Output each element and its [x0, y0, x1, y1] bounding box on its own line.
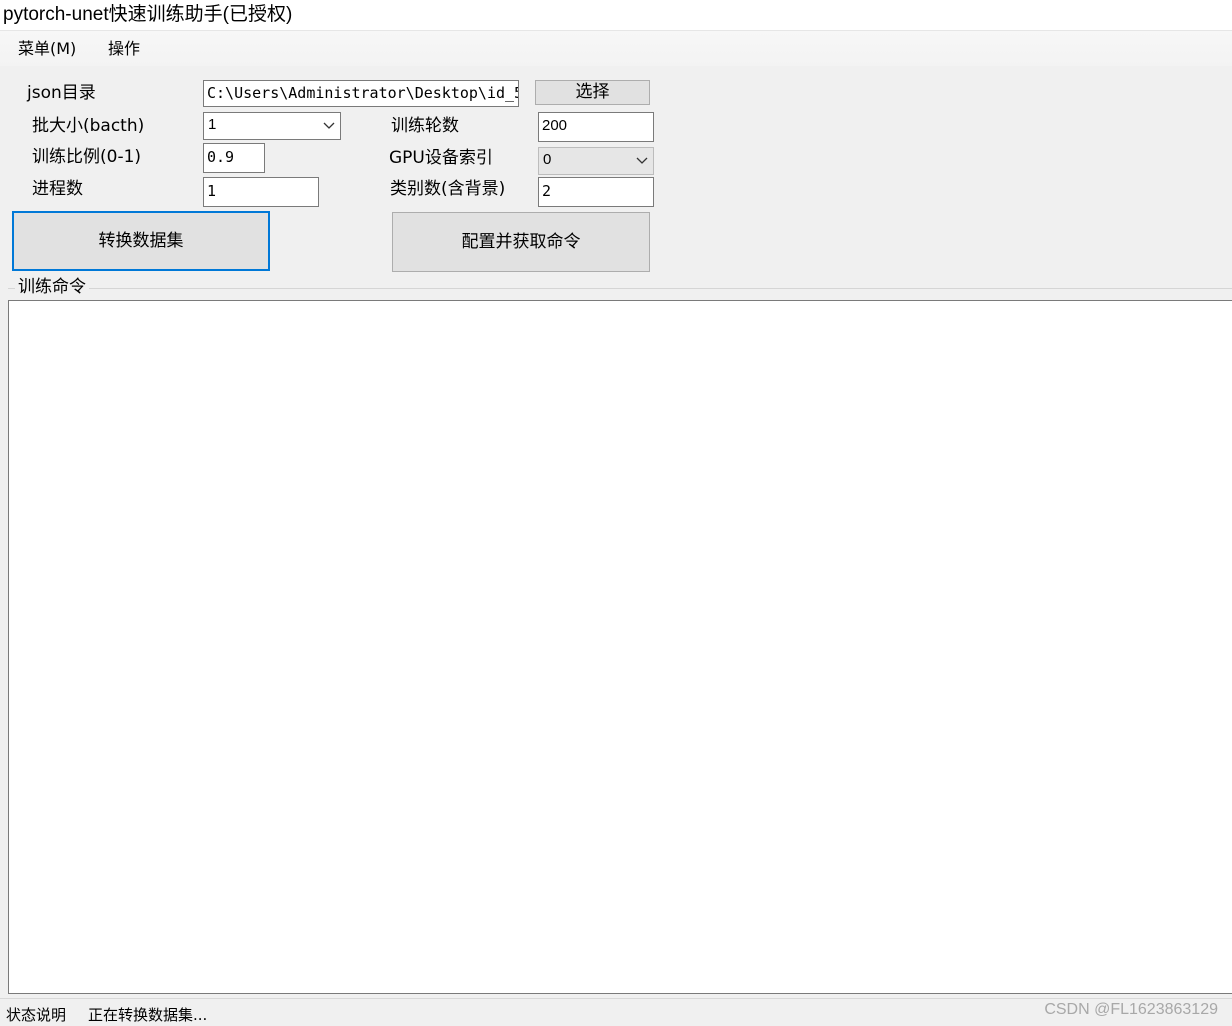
- epochs-input[interactable]: 200: [538, 112, 654, 142]
- epochs-label: 训练轮数: [391, 116, 459, 136]
- workers-label: 进程数: [32, 179, 83, 199]
- command-output-textarea[interactable]: [8, 300, 1232, 994]
- window-title: pytorch-unet快速训练助手(已授权): [3, 4, 293, 25]
- json-dir-input[interactable]: C:\Users\Administrator\Desktop\id_5: [203, 80, 519, 107]
- chevron-down-icon: [636, 157, 648, 164]
- workers-input[interactable]: 1: [203, 177, 319, 207]
- batch-size-select[interactable]: 1: [203, 112, 341, 140]
- batch-size-value: 1: [208, 116, 217, 133]
- batch-size-label: 批大小(bacth): [32, 116, 145, 136]
- train-ratio-label: 训练比例(0-1): [32, 147, 142, 167]
- status-message: 正在转换数据集...: [88, 1006, 208, 1024]
- choose-button[interactable]: 选择: [535, 80, 650, 105]
- chevron-down-icon: [323, 122, 335, 129]
- configure-command-button[interactable]: 配置并获取命令: [392, 212, 650, 272]
- train-ratio-input[interactable]: 0.9: [203, 143, 265, 173]
- classes-input[interactable]: 2: [538, 177, 654, 207]
- watermark: CSDN @FL1623863129: [1044, 1001, 1218, 1018]
- gpu-index-select[interactable]: 0: [538, 147, 654, 175]
- json-dir-label: json目录: [27, 83, 96, 103]
- menu-bar: [0, 30, 1232, 66]
- menu-main[interactable]: 菜单(M): [16, 37, 78, 61]
- command-groupbox: [8, 288, 1232, 289]
- menu-operate[interactable]: 操作: [106, 37, 142, 61]
- gpu-index-label: GPU设备索引: [389, 148, 493, 168]
- classes-label: 类别数(含背景): [390, 179, 506, 199]
- gpu-index-value: 0: [543, 151, 552, 168]
- command-group-label: 训练命令: [15, 275, 89, 299]
- status-label: 状态说明: [6, 1006, 67, 1024]
- convert-dataset-button[interactable]: 转换数据集: [12, 211, 270, 271]
